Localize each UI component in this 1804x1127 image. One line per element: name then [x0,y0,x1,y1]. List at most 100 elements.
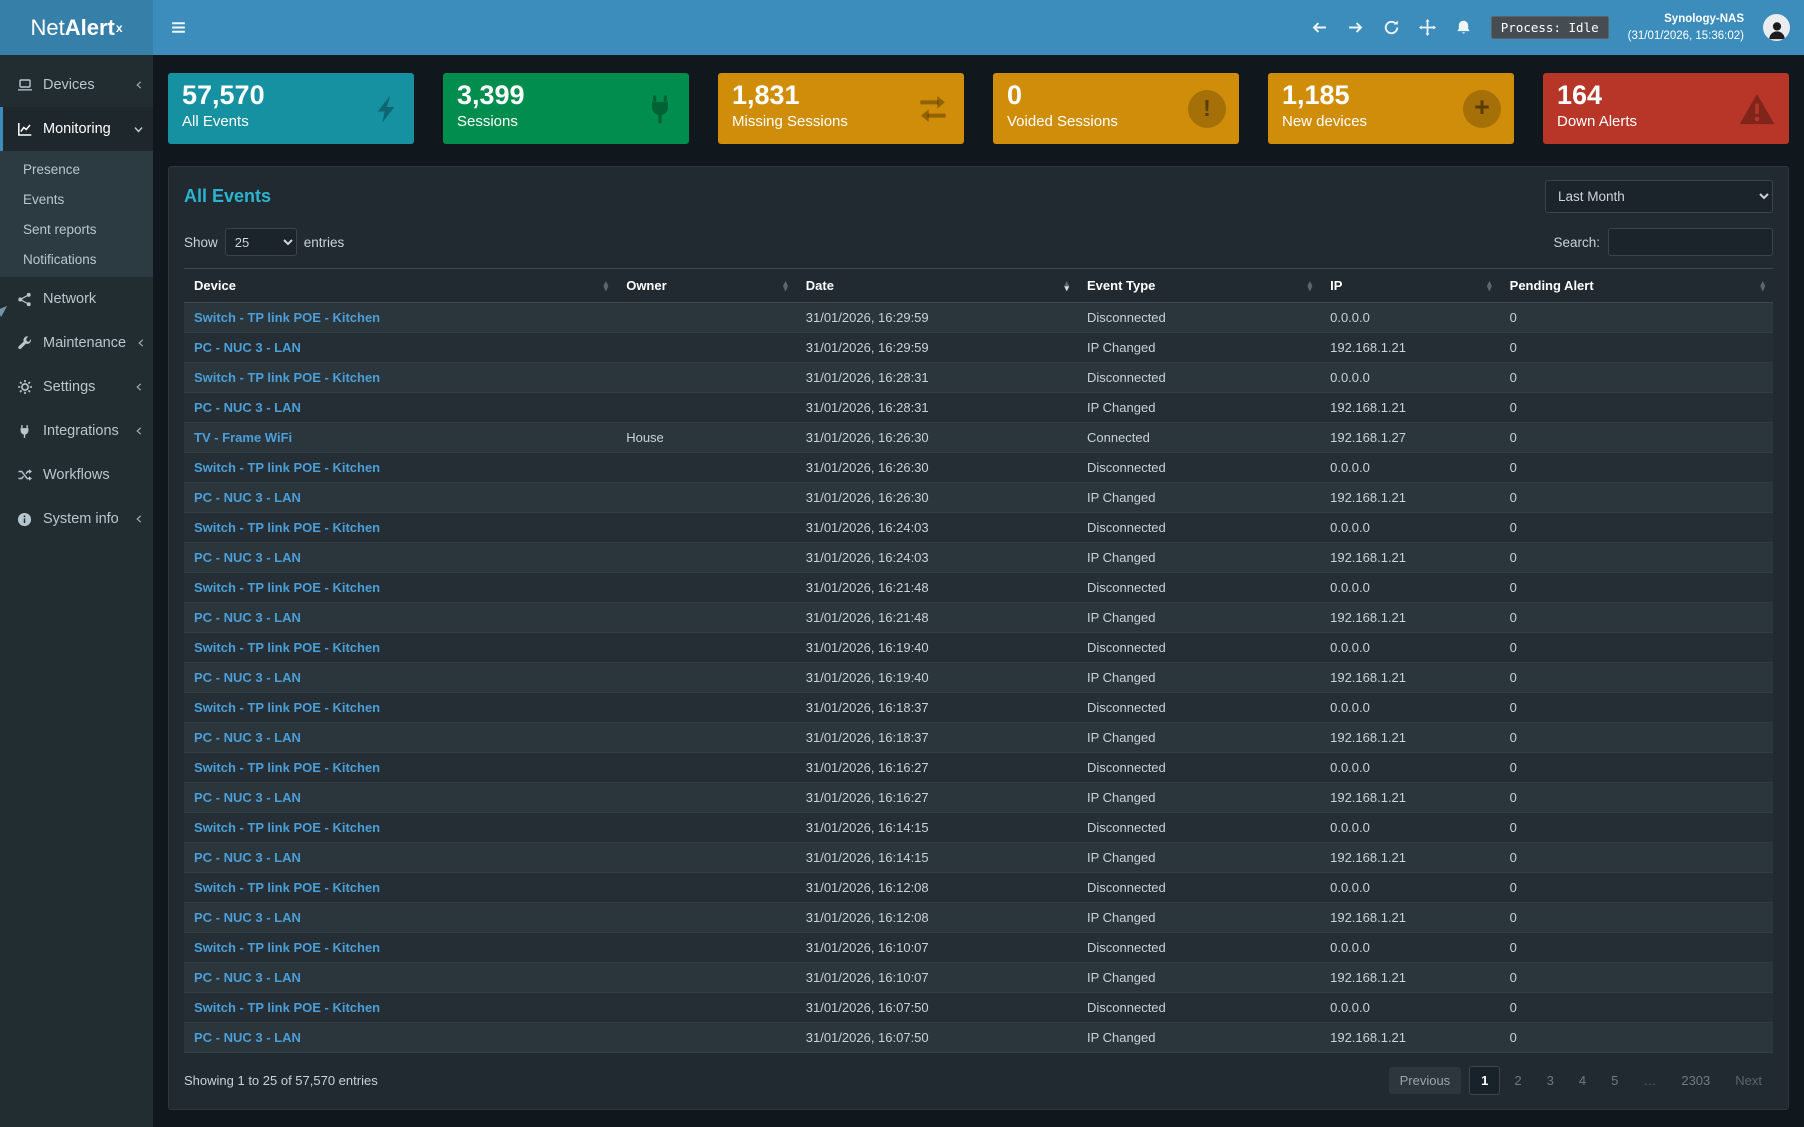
refresh-icon[interactable] [1383,19,1400,36]
sidebar-item-label: System info [43,511,124,527]
cell-owner [616,843,796,873]
pagination-page-2[interactable]: 2 [1503,1067,1532,1094]
device-link[interactable]: PC - NUC 3 - LAN [194,730,301,745]
cell-date: 31/01/2026, 16:19:40 [796,633,1077,663]
pagination-page-4[interactable]: 4 [1568,1067,1597,1094]
cell-pending-alert: 0 [1500,903,1773,933]
search-input[interactable] [1608,228,1773,256]
cell-owner [616,963,796,993]
column-header-owner[interactable]: Owner▴▾ [616,269,796,303]
cell-date: 31/01/2026, 16:29:59 [796,333,1077,363]
device-link[interactable]: Switch - TP link POE - Kitchen [194,580,380,595]
cell-ip: 192.168.1.21 [1320,393,1500,423]
sidebar-item-integrations[interactable]: Integrations [0,409,153,453]
device-link[interactable]: PC - NUC 3 - LAN [194,490,301,505]
sidebar-item-network[interactable]: Network [0,277,153,321]
pagination-page-3[interactable]: 3 [1536,1067,1565,1094]
card-down-alerts[interactable]: 164 Down Alerts [1543,73,1789,144]
cell-owner [616,723,796,753]
device-link[interactable]: Switch - TP link POE - Kitchen [194,760,380,775]
card-value: 3,399 [457,81,675,111]
pagination-page-1[interactable]: 1 [1469,1066,1500,1095]
pagination-page-last[interactable]: 2303 [1670,1067,1721,1094]
device-link[interactable]: TV - Frame WiFi [194,430,292,445]
cell-pending-alert: 0 [1500,303,1773,333]
card-missing-sessions[interactable]: 1,831 Missing Sessions [718,73,964,144]
page-length-select[interactable]: 25 [225,228,297,256]
cell-device: Switch - TP link POE - Kitchen [184,693,616,723]
cell-date: 31/01/2026, 16:16:27 [796,753,1077,783]
cell-owner [616,483,796,513]
period-select[interactable]: Last Month [1545,180,1773,213]
sidebar-item-workflows[interactable]: Workflows [0,453,153,497]
table-row: Switch - TP link POE - Kitchen31/01/2026… [184,933,1773,963]
device-link[interactable]: PC - NUC 3 - LAN [194,550,301,565]
pagination-next[interactable]: Next [1724,1067,1773,1094]
sort-icon: ▴▾ [1487,280,1492,290]
cell-device: Switch - TP link POE - Kitchen [184,753,616,783]
hamburger-icon [170,19,187,36]
forward-arrow-icon[interactable] [1347,19,1364,36]
device-link[interactable]: PC - NUC 3 - LAN [194,910,301,925]
sidebar-item-settings[interactable]: Settings [0,365,153,409]
sort-icon: ▴▾ [604,280,609,290]
sidebar-subitem-notifications[interactable]: Notifications [0,244,153,274]
column-header-event-type[interactable]: Event Type▴▾ [1077,269,1320,303]
shuffle-icon [16,467,33,483]
app-logo[interactable]: NetAlertx [0,0,153,55]
avatar[interactable] [1763,14,1790,41]
brand-sup: x [116,21,123,35]
device-link[interactable]: Switch - TP link POE - Kitchen [194,370,380,385]
pagination-page-5[interactable]: 5 [1600,1067,1629,1094]
sidebar-subitem-sent-reports[interactable]: Sent reports [0,214,153,244]
device-link[interactable]: Switch - TP link POE - Kitchen [194,520,380,535]
device-link[interactable]: Switch - TP link POE - Kitchen [194,940,380,955]
sidebar-subitem-events[interactable]: Events [0,184,153,214]
cell-owner [616,813,796,843]
column-header-date[interactable]: Date▴▾ [796,269,1077,303]
device-link[interactable]: PC - NUC 3 - LAN [194,790,301,805]
cell-pending-alert: 0 [1500,933,1773,963]
network-icon [16,292,33,307]
device-link[interactable]: Switch - TP link POE - Kitchen [194,460,380,475]
back-arrow-icon[interactable] [1311,19,1328,36]
card-voided-sessions[interactable]: 0 Voided Sessions ! [993,73,1239,144]
pagination-previous[interactable]: Previous [1389,1067,1462,1094]
device-link[interactable]: Switch - TP link POE - Kitchen [194,820,380,835]
device-link[interactable]: PC - NUC 3 - LAN [194,1030,301,1045]
device-link[interactable]: Switch - TP link POE - Kitchen [194,700,380,715]
sidebar-item-system-info[interactable]: System info [0,497,153,541]
show-label: Show [184,235,218,250]
device-link[interactable]: PC - NUC 3 - LAN [194,850,301,865]
sidebar-item-maintenance[interactable]: Maintenance [0,321,153,365]
sidebar-toggle-button[interactable] [153,0,203,55]
cell-event-type: IP Changed [1077,543,1320,573]
device-link[interactable]: PC - NUC 3 - LAN [194,400,301,415]
device-link[interactable]: PC - NUC 3 - LAN [194,670,301,685]
column-header-pending-alert[interactable]: Pending Alert▴▾ [1500,269,1773,303]
card-new-devices[interactable]: 1,185 New devices + [1268,73,1514,144]
device-link[interactable]: Switch - TP link POE - Kitchen [194,1000,380,1015]
device-link[interactable]: PC - NUC 3 - LAN [194,610,301,625]
column-header-device[interactable]: Device▴▾ [184,269,616,303]
device-link[interactable]: PC - NUC 3 - LAN [194,970,301,985]
cell-device: Switch - TP link POE - Kitchen [184,303,616,333]
device-link[interactable]: Switch - TP link POE - Kitchen [194,640,380,655]
chevron-down-icon [133,124,144,135]
cell-owner [616,573,796,603]
card-all-events[interactable]: 57,570 All Events [168,73,414,144]
device-link[interactable]: Switch - TP link POE - Kitchen [194,310,380,325]
sidebar-item-monitoring[interactable]: Monitoring [0,107,153,151]
sidebar-item-devices[interactable]: Devices [0,63,153,107]
cell-event-type: Disconnected [1077,633,1320,663]
move-icon[interactable] [1419,19,1436,36]
cell-ip: 192.168.1.21 [1320,1023,1500,1053]
column-header-ip[interactable]: IP▴▾ [1320,269,1500,303]
device-link[interactable]: Switch - TP link POE - Kitchen [194,880,380,895]
cell-device: PC - NUC 3 - LAN [184,333,616,363]
bell-icon[interactable] [1455,19,1472,36]
sidebar-subitem-presence[interactable]: Presence [0,154,153,184]
cell-event-type: IP Changed [1077,783,1320,813]
device-link[interactable]: PC - NUC 3 - LAN [194,340,301,355]
card-sessions[interactable]: 3,399 Sessions [443,73,689,144]
